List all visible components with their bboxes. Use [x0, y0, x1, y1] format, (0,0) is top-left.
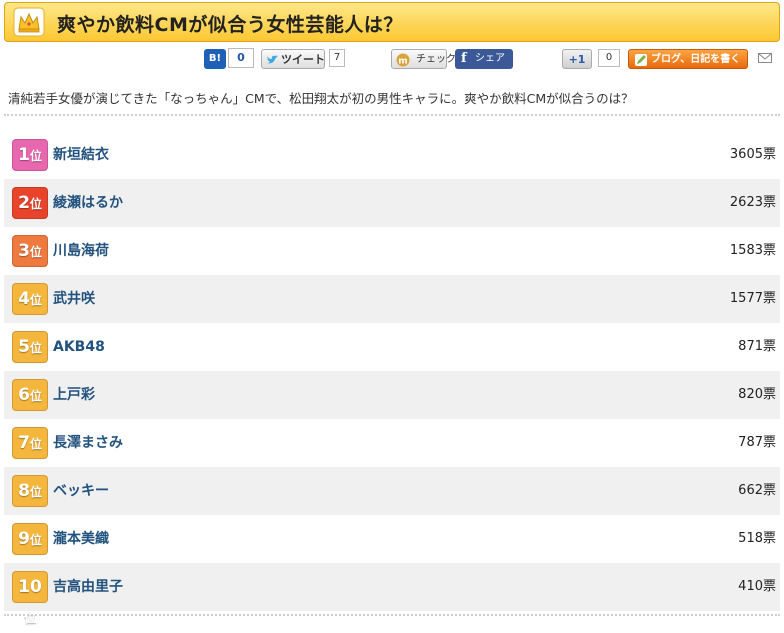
rank-unit: 位 [29, 149, 42, 163]
candidate-name-link[interactable]: 吉高由里子 [53, 563, 123, 611]
rank-badge: 1位 [12, 139, 48, 171]
divider-top [4, 114, 780, 116]
ranking-row: 9位 瀧本美織 518票 [4, 515, 780, 563]
divider-bottom [4, 614, 780, 616]
page-title: 爽やか飲料CMが似合う女性芸能人は？ [57, 14, 403, 36]
vote-count: 1583票 [729, 243, 776, 258]
facebook-share-button[interactable]: f シェア [455, 49, 513, 69]
rank-number: 6 [18, 385, 30, 405]
candidate-name-link[interactable]: 川島海荷 [53, 227, 109, 275]
svg-text:m: m [398, 57, 407, 67]
rank-unit: 位 [29, 197, 42, 211]
rank-badge: 3位 [12, 235, 48, 267]
rank-badge: 8位 [12, 475, 48, 507]
candidate-name-link[interactable]: 上戸彩 [53, 371, 95, 419]
title-bar: 爽やか飲料CMが似合う女性芸能人は？ [4, 2, 780, 42]
vote-count: 1577票 [729, 291, 776, 306]
blog-label: ブログ、日記を書く [651, 54, 741, 65]
mixi-icon: m [396, 53, 410, 67]
rank-number: 7 [18, 433, 30, 453]
ranking-row: 3位 川島海荷 1583票 [4, 227, 780, 275]
ranking-row: 5位 AKB48 871票 [4, 323, 780, 371]
candidate-name-link[interactable]: 瀧本美織 [53, 515, 109, 563]
ranking-row: 4位 武井咲 1577票 [4, 275, 780, 323]
vote-count: 2623票 [729, 195, 776, 210]
rank-number: 8 [18, 481, 30, 501]
vote-count: 787票 [738, 435, 776, 450]
candidate-name-link[interactable]: 綾瀬はるか [53, 179, 123, 227]
twitter-bird-icon [267, 55, 278, 64]
mail-icon[interactable] [758, 53, 772, 63]
hatena-bookmark-button[interactable]: B! [204, 49, 226, 69]
ranking-row: 2位 綾瀬はるか 2623票 [4, 179, 780, 227]
candidate-name-link[interactable]: 新垣結衣 [53, 131, 109, 179]
rank-badge: 4位 [12, 283, 48, 315]
ranking-row: 6位 上戸彩 820票 [4, 371, 780, 419]
google-plus-count: 0 [598, 49, 620, 67]
rank-unit: 位 [29, 389, 42, 403]
tweet-count: 7 [329, 49, 345, 67]
pencil-icon [635, 54, 647, 66]
poll-description: 清純若手女優が演じてきた「なっちゃん」CMで、松田翔太が初の男性キャラに。爽やか… [8, 91, 634, 106]
rank-unit: 位 [29, 437, 42, 451]
candidate-name-link[interactable]: 武井咲 [53, 275, 95, 323]
rank-badge: 5位 [12, 331, 48, 363]
ranking-row: 10位 吉高由里子 410票 [4, 563, 780, 625]
rank-number: 1 [18, 145, 30, 165]
tweet-button[interactable]: ツイート [261, 49, 325, 69]
vote-count: 820票 [738, 387, 776, 402]
candidate-name-link[interactable]: ベッキー [53, 467, 109, 515]
rank-badge: 2位 [12, 187, 48, 219]
write-blog-button[interactable]: ブログ、日記を書く [628, 49, 748, 69]
vote-count: 518票 [738, 531, 776, 546]
vote-count: 410票 [738, 579, 776, 594]
rank-badge: 7位 [12, 427, 48, 459]
rank-badge: 10位 [12, 571, 48, 625]
google-plus-one-button[interactable]: +1 [562, 49, 592, 69]
crown-icon [13, 7, 45, 37]
rank-number: 9 [18, 529, 30, 549]
ranking-row: 1位 新垣結衣 3605票 [4, 131, 780, 179]
vote-count: 3605票 [729, 147, 776, 162]
facebook-icon: f [461, 51, 467, 66]
mixi-check-button[interactable]: m チェック [391, 49, 456, 69]
rank-unit: 位 [29, 533, 42, 547]
rank-number: 3 [18, 241, 30, 261]
rank-unit: 位 [29, 245, 42, 259]
rank-number: 10 [18, 577, 42, 597]
rank-badge: 6位 [12, 379, 48, 411]
candidate-name-link[interactable]: AKB48 [53, 323, 105, 371]
share-label: シェア [475, 53, 505, 64]
candidate-name-link[interactable]: 長澤まさみ [53, 419, 123, 467]
rank-unit: 位 [29, 341, 42, 355]
rank-unit: 位 [29, 293, 42, 307]
rank-badge: 9位 [12, 523, 48, 555]
hatena-bookmark-count: 0 [228, 48, 254, 68]
rank-number: 5 [18, 337, 30, 357]
ranking-row: 8位 ベッキー 662票 [4, 467, 780, 515]
ranking-list: 1位 新垣結衣 3605票 2位 綾瀬はるか 2623票 3位 川島海荷 1583票 4位 武井咲 1… [4, 131, 780, 625]
rank-unit: 位 [29, 485, 42, 499]
rank-number: 4 [18, 289, 30, 309]
tweet-label: ツイート [281, 53, 325, 66]
ranking-row: 7位 長澤まさみ 787票 [4, 419, 780, 467]
rank-number: 2 [18, 193, 30, 213]
check-label: チェック [416, 54, 456, 65]
vote-count: 662票 [738, 483, 776, 498]
vote-count: 871票 [738, 339, 776, 354]
